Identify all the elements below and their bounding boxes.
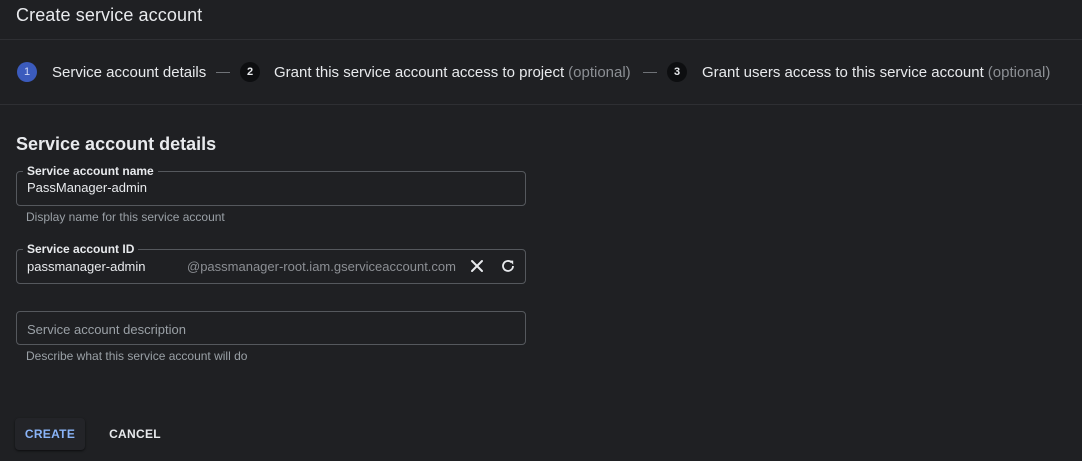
refresh-icon[interactable] xyxy=(498,256,518,276)
service-account-id-input[interactable]: passmanager-admin xyxy=(27,259,146,274)
step-2[interactable]: 2 Grant this service account access to p… xyxy=(240,62,631,82)
step-1[interactable]: 1 Service account details xyxy=(17,62,206,82)
stepper: 1 Service account details 2 Grant this s… xyxy=(0,40,1082,105)
page-title: Create service account xyxy=(16,5,203,25)
service-account-id-domain-suffix: @passmanager-root.iam.gserviceaccount.co… xyxy=(187,259,456,274)
step-number-2: 2 xyxy=(240,62,260,82)
cancel-button[interactable]: CANCEL xyxy=(101,418,169,450)
create-button[interactable]: CREATE xyxy=(15,418,85,450)
create-service-account-page: Create service account 1 Service account… xyxy=(0,0,1082,461)
step-separator xyxy=(216,72,230,73)
step-label-1: Service account details xyxy=(52,63,207,81)
service-account-name-field[interactable]: Service account name PassManager-admin xyxy=(16,164,526,206)
service-account-name-hint: Display name for this service account xyxy=(26,210,225,224)
step-label-3: Grant users access to this service accou… xyxy=(702,63,984,81)
step-label-2: Grant this service account access to pro… xyxy=(274,63,565,81)
service-account-description-hint: Describe what this service account will … xyxy=(26,349,248,363)
service-account-description-field[interactable]: Service account description xyxy=(16,311,526,345)
service-account-name-input[interactable]: PassManager-admin xyxy=(27,180,147,195)
service-account-id-label: Service account ID xyxy=(23,242,139,256)
step-number-3: 3 xyxy=(667,62,687,82)
section-title: Service account details xyxy=(16,134,217,154)
service-account-id-field[interactable]: Service account ID passmanager-admin @pa… xyxy=(16,242,526,284)
step-optional-3: (optional) xyxy=(987,63,1051,81)
step-separator xyxy=(643,72,657,73)
title-bar: Create service account xyxy=(0,0,1082,40)
service-account-description-input[interactable]: Service account description xyxy=(27,322,186,337)
step-3[interactable]: 3 Grant users access to this service acc… xyxy=(667,62,1050,82)
close-icon[interactable] xyxy=(467,256,487,276)
step-number-1: 1 xyxy=(17,62,37,82)
service-account-name-label: Service account name xyxy=(23,164,158,178)
step-optional-2: (optional) xyxy=(568,63,631,81)
